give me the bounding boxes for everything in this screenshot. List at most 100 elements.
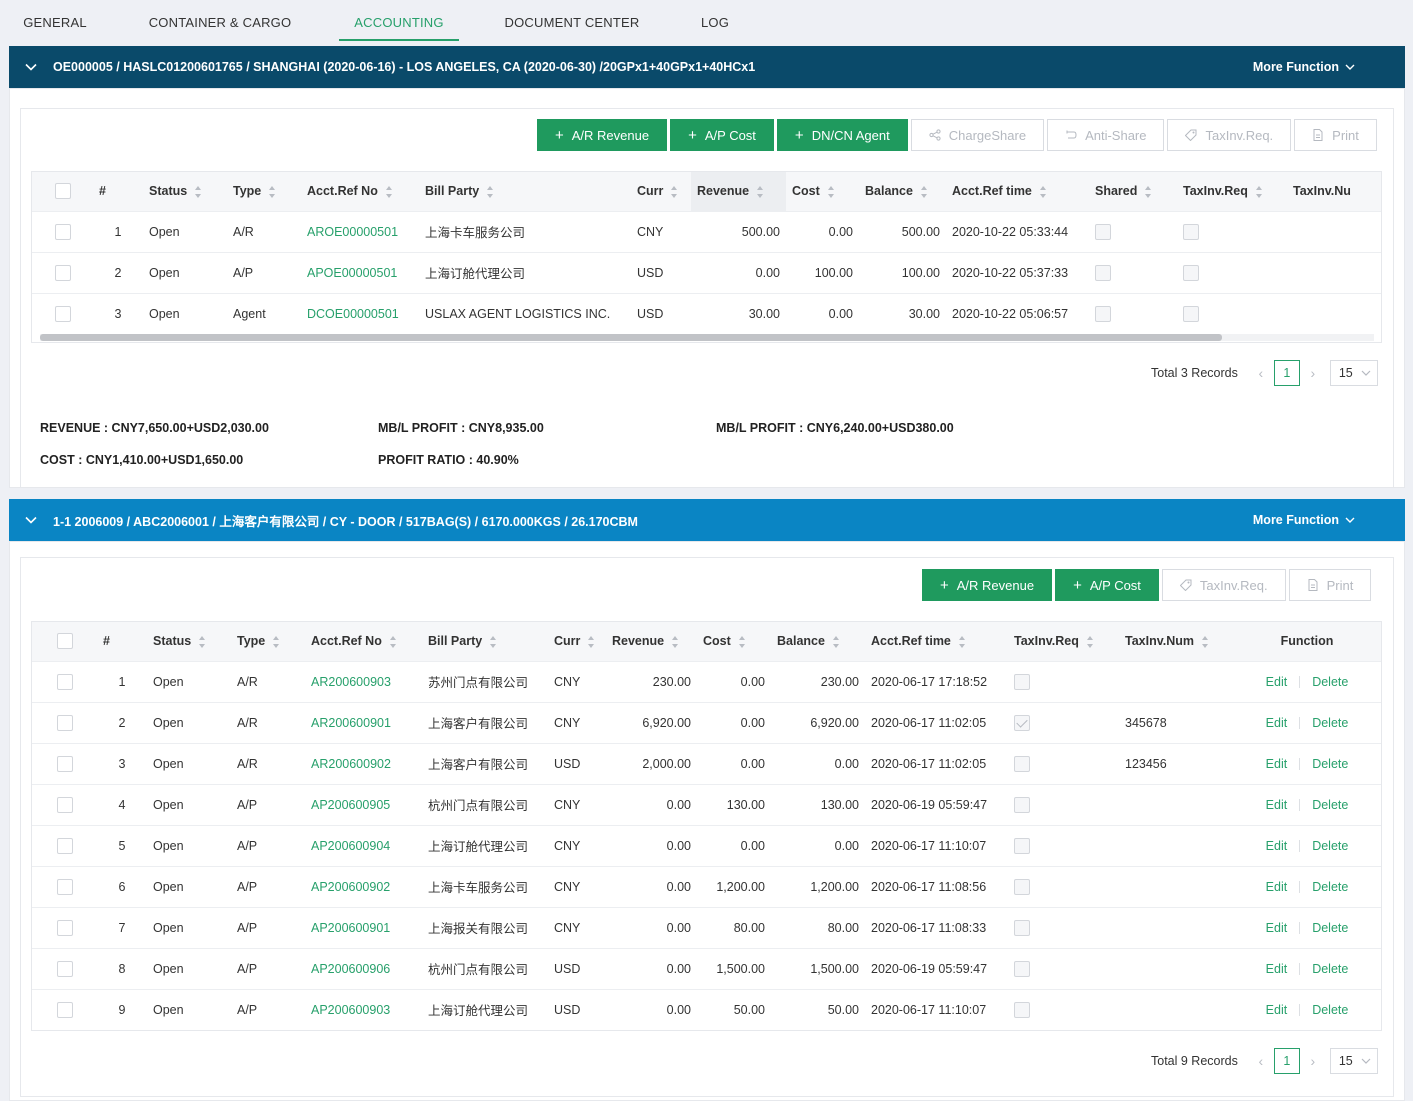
row-select[interactable] — [32, 783, 97, 825]
table-row[interactable]: 7 Open A/P AP200600901 上海报关有限公司 CNY 0.00 80.00 8… — [32, 906, 1381, 948]
row-checkbox[interactable] — [1014, 755, 1030, 772]
shared-checkbox[interactable] — [1089, 210, 1177, 252]
edit-link[interactable]: Edit — [1266, 757, 1288, 771]
anti-share-button[interactable]: Anti-Share — [1047, 119, 1165, 151]
row-checkbox[interactable] — [56, 755, 73, 772]
shared-checkbox[interactable] — [1089, 292, 1177, 334]
delete-link[interactable]: Delete — [1312, 716, 1348, 730]
taxinv-req-button[interactable]: TaxInv.Req. — [1167, 119, 1292, 151]
col-ref[interactable]: Acct.Ref No — [301, 172, 419, 211]
edit-link[interactable]: Edit — [1266, 880, 1288, 894]
row-checkbox[interactable] — [56, 673, 73, 690]
cell-ref[interactable]: AP200600904 — [305, 824, 422, 866]
delete-link[interactable]: Delete — [1312, 962, 1348, 976]
ar-revenue-button[interactable]: + A/R Revenue — [537, 119, 668, 151]
col-balance[interactable]: Balance — [859, 172, 946, 211]
col-cost[interactable]: Cost — [697, 622, 771, 661]
row-checkbox[interactable] — [1014, 714, 1030, 731]
delete-link[interactable]: Delete — [1312, 675, 1348, 689]
delete-link[interactable]: Delete — [1312, 839, 1348, 853]
ap-cost-button[interactable]: + A/P Cost — [670, 119, 774, 151]
collapse-chevron-icon[interactable] — [9, 61, 53, 73]
row-checkbox[interactable] — [56, 796, 73, 813]
row-checkbox[interactable] — [54, 305, 71, 322]
taxreq-checkbox[interactable] — [1008, 742, 1119, 784]
col-revenue[interactable]: Revenue — [691, 172, 786, 211]
taxreq-checkbox[interactable] — [1008, 660, 1119, 702]
col-revenue[interactable]: Revenue — [606, 622, 697, 661]
row-checkbox[interactable] — [1183, 223, 1199, 240]
page-size-select[interactable]: 15 — [1329, 360, 1378, 386]
tab-accounting[interactable]: ACCOUNTING — [339, 0, 459, 44]
next-page-icon[interactable]: › — [1300, 1053, 1326, 1069]
row-checkbox[interactable] — [1183, 264, 1199, 281]
ap-cost-button[interactable]: + A/P Cost — [1055, 569, 1159, 601]
row-select[interactable] — [32, 701, 97, 743]
page-number[interactable]: 1 — [1273, 360, 1300, 386]
row-select[interactable] — [32, 742, 97, 784]
table-row[interactable]: 9 Open A/P AP200600903 上海订舱代理公司 USD 0.00 50.00 5… — [32, 988, 1381, 1030]
cell-ref[interactable]: DCOE00000501 — [301, 292, 419, 334]
taxreq-checkbox[interactable] — [1177, 251, 1287, 293]
row-select[interactable] — [32, 947, 97, 989]
row-select[interactable] — [32, 660, 97, 702]
row-checkbox[interactable] — [1014, 919, 1030, 936]
table-row[interactable]: 1 Open A/R AR200600903 苏州门点有限公司 CNY 230.00 0.00… — [32, 660, 1381, 702]
edit-link[interactable]: Edit — [1266, 1003, 1288, 1017]
col-shared[interactable]: Shared — [1089, 172, 1177, 211]
scrollbar-thumb[interactable] — [40, 334, 1222, 341]
taxreq-checkbox[interactable] — [1177, 210, 1287, 252]
row-checkbox[interactable] — [1014, 878, 1030, 895]
col-time[interactable]: Acct.Ref time — [865, 622, 1008, 661]
print-button[interactable]: Print — [1288, 569, 1372, 601]
cell-ref[interactable]: AP200600905 — [305, 783, 422, 825]
page-number[interactable]: 1 — [1273, 1048, 1300, 1074]
cell-ref[interactable]: AR200600901 — [305, 701, 422, 743]
taxinv-req-button[interactable]: TaxInv.Req. — [1161, 569, 1286, 601]
edit-link[interactable]: Edit — [1266, 839, 1288, 853]
col-curr[interactable]: Curr — [631, 172, 691, 211]
select-all-checkbox[interactable] — [32, 172, 93, 211]
col-status[interactable]: Status — [143, 172, 227, 211]
row-checkbox[interactable] — [56, 1001, 73, 1018]
edit-link[interactable]: Edit — [1266, 798, 1288, 812]
cell-ref[interactable]: AP200600901 — [305, 906, 422, 948]
taxreq-checkbox[interactable] — [1008, 865, 1119, 907]
cell-ref[interactable]: AROE00000501 — [301, 210, 419, 252]
table-row[interactable]: 2 Open A/P APOE00000501 上海订舱代理公司 USD 0.00 100.0… — [32, 251, 1381, 293]
row-checkbox[interactable] — [56, 714, 73, 731]
table-row[interactable]: 4 Open A/P AP200600905 杭州门点有限公司 CNY 0.00 130.00… — [32, 783, 1381, 825]
dncn-agent-button[interactable]: + DN/CN Agent — [776, 119, 908, 151]
col-cost[interactable]: Cost — [786, 172, 859, 211]
collapse-chevron-icon[interactable] — [9, 514, 53, 526]
taxreq-checkbox[interactable] — [1177, 292, 1287, 334]
tab-general[interactable]: GENERAL — [0, 0, 110, 44]
delete-link[interactable]: Delete — [1312, 921, 1348, 935]
table-row[interactable]: 3 Open Agent DCOE00000501 USLAX AGENT LOGIST… — [32, 292, 1381, 334]
col-party[interactable]: Bill Party — [422, 622, 548, 661]
taxreq-checkbox[interactable] — [1008, 947, 1119, 989]
more-function-dropdown[interactable]: More Function — [1253, 60, 1355, 74]
table-row[interactable]: 5 Open A/P AP200600904 上海订舱代理公司 CNY 0.00 0.00 0.… — [32, 824, 1381, 866]
cell-ref[interactable]: AP200600906 — [305, 947, 422, 989]
row-checkbox[interactable] — [1014, 960, 1030, 977]
col-party[interactable]: Bill Party — [419, 172, 631, 211]
row-select[interactable] — [32, 865, 97, 907]
shared-checkbox[interactable] — [1089, 251, 1177, 293]
cell-ref[interactable]: AR200600903 — [305, 660, 422, 702]
page-size-select[interactable]: 15 — [1329, 1048, 1378, 1074]
row-checkbox[interactable] — [56, 919, 73, 936]
edit-link[interactable]: Edit — [1266, 921, 1288, 935]
table-row[interactable]: 3 Open A/R AR200600902 上海客户有限公司 USD 2,000.00 0.… — [32, 742, 1381, 784]
col-status[interactable]: Status — [147, 622, 231, 661]
col-type[interactable]: Type — [227, 172, 301, 211]
table-row[interactable]: 6 Open A/P AP200600902 上海卡车服务公司 CNY 0.00 1,200.… — [32, 865, 1381, 907]
edit-link[interactable]: Edit — [1266, 716, 1288, 730]
prev-page-icon[interactable]: ‹ — [1248, 365, 1274, 381]
next-page-icon[interactable]: › — [1300, 365, 1326, 381]
row-checkbox[interactable] — [1095, 264, 1111, 281]
taxreq-checkbox[interactable] — [1008, 783, 1119, 825]
select-all-checkbox[interactable] — [32, 622, 97, 661]
taxreq-checkbox[interactable] — [1008, 701, 1119, 743]
row-select[interactable] — [32, 824, 97, 866]
